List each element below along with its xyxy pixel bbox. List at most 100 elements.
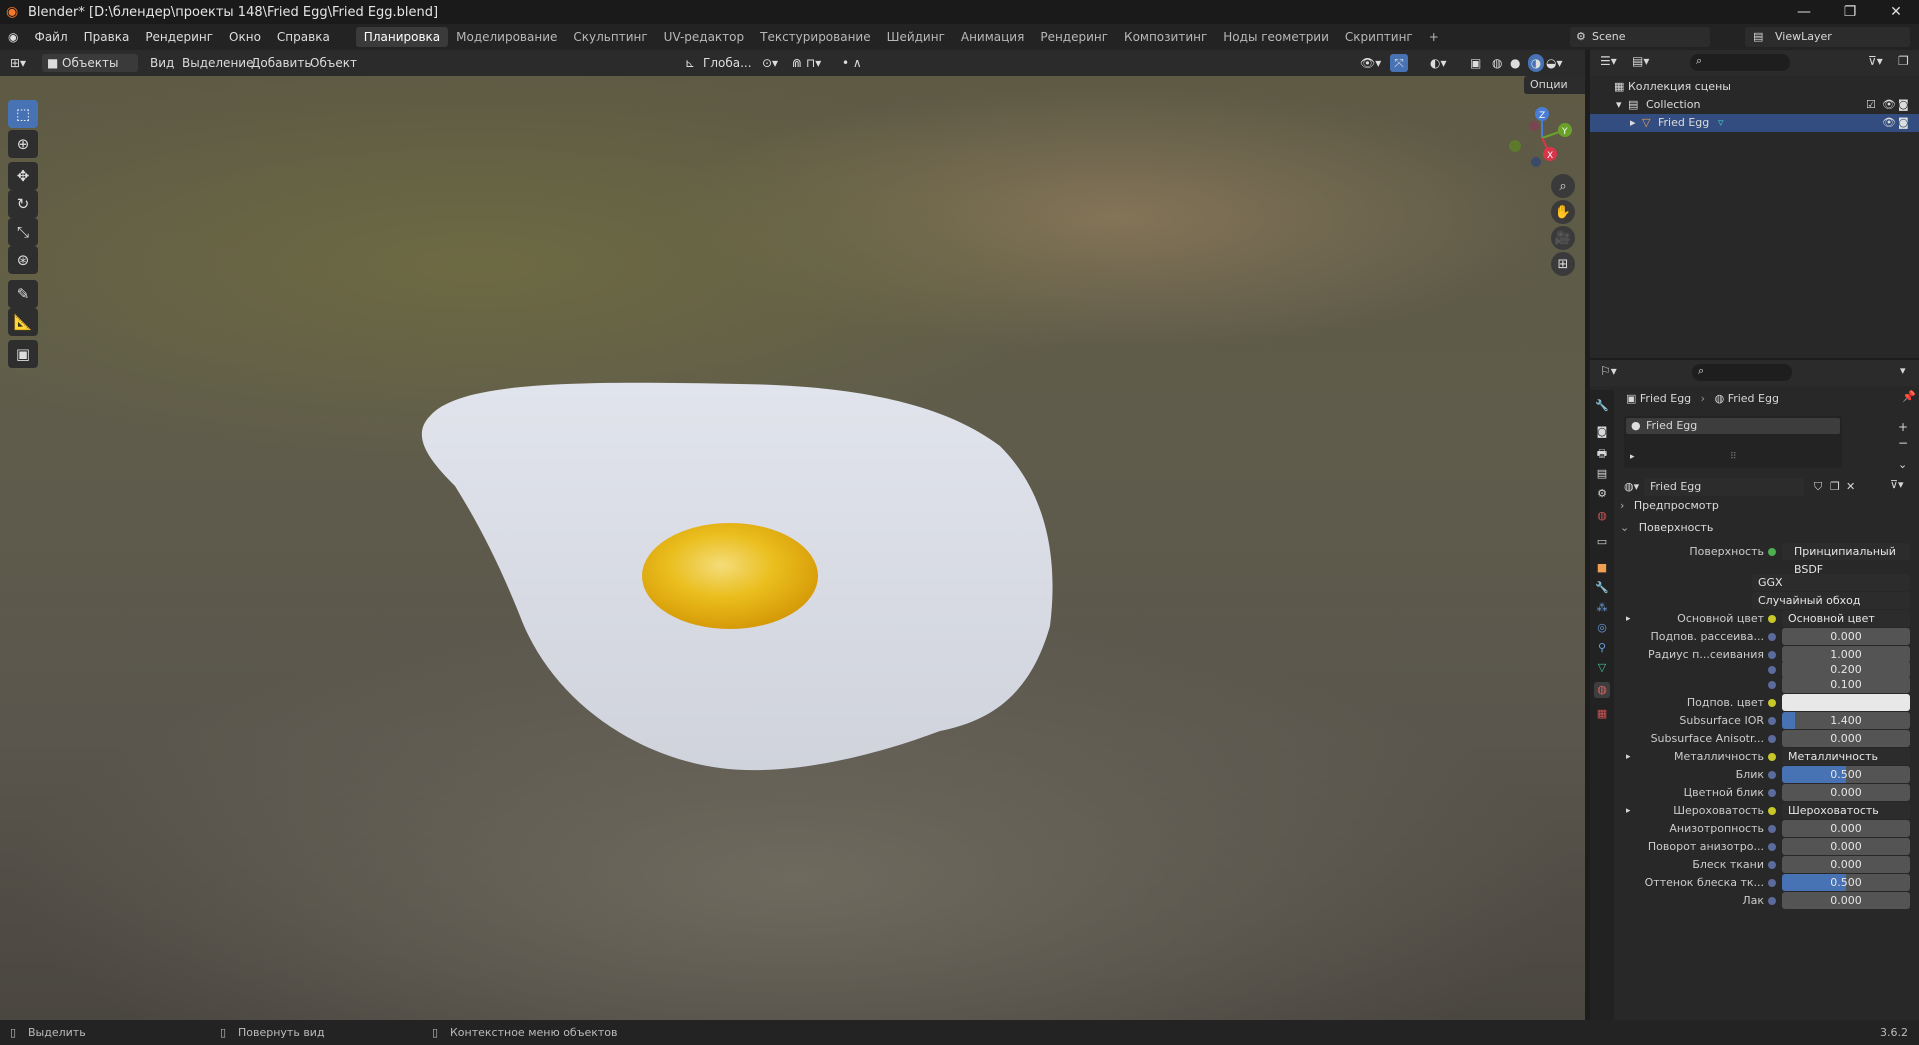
tool-tab-icon[interactable]: 🔧 xyxy=(1594,398,1610,414)
display-mode-icon[interactable]: ▤▾ xyxy=(1632,54,1649,68)
bsdf-row-value[interactable]: 1.400 xyxy=(1782,712,1910,729)
pin-icon[interactable]: 📌 xyxy=(1902,390,1916,403)
camera-render-icon[interactable]: ◙ xyxy=(1898,96,1909,114)
menu-edit[interactable]: Правка xyxy=(76,30,138,44)
unlink-icon[interactable]: ✕ xyxy=(1846,478,1855,496)
measure-tool[interactable]: 📐 xyxy=(8,308,38,336)
fake-user-shield-icon[interactable]: ⛉ xyxy=(1814,478,1822,496)
solid-shading-icon[interactable]: ● xyxy=(1510,54,1520,72)
expand-arrow-icon[interactable]: ▾ xyxy=(1616,96,1622,114)
properties-search-input[interactable]: ⌕ xyxy=(1692,364,1792,381)
rotate-tool[interactable]: ↻ xyxy=(8,190,38,218)
expand-arrow-icon[interactable]: ▸ xyxy=(1626,802,1631,820)
socket-dot-icon[interactable] xyxy=(1768,615,1776,623)
surface-panel-header[interactable]: ⌄ Поверхность xyxy=(1620,518,1910,538)
socket-dot-icon[interactable] xyxy=(1768,717,1776,725)
fried-egg-object[interactable] xyxy=(420,376,1180,816)
blender-menu-icon[interactable]: ◉ xyxy=(0,30,26,44)
outliner-row-scene-collection[interactable]: ▦ Коллекция сцены xyxy=(1590,78,1919,96)
view-layer-tab-icon[interactable]: ▤ xyxy=(1594,466,1610,482)
3d-viewport[interactable]: ⬚ ⊕ ✥ ↻ ⤡ ⊛ ✎ 📐 ▣ Опции Z Y X ⌕ ✋ 🎥 ⊞ xyxy=(0,76,1585,1020)
wireframe-shading-icon[interactable]: ◍ xyxy=(1492,54,1502,72)
tab-uv-editing[interactable]: UV-редактор xyxy=(656,27,752,47)
maximize-button[interactable]: ❐ xyxy=(1827,0,1873,24)
select-box-tool[interactable]: ⬚ xyxy=(8,100,38,128)
socket-dot-icon[interactable] xyxy=(1768,633,1776,641)
tab-scripting[interactable]: Скриптинг xyxy=(1337,27,1421,47)
particles-tab-icon[interactable]: ⁂ xyxy=(1594,600,1610,616)
tab-compositing[interactable]: Композитинг xyxy=(1116,27,1215,47)
data-tab-icon[interactable]: ▽ xyxy=(1594,660,1610,676)
pivot-icon[interactable]: ⊙▾ xyxy=(762,54,778,72)
material-slot-list[interactable]: ● Fried Egg ▸ ⠿ xyxy=(1624,416,1842,468)
expand-arrow-icon[interactable]: ▸ xyxy=(1630,452,1635,462)
socket-dot-icon[interactable] xyxy=(1768,861,1776,869)
bsdf-row-value[interactable]: 0.100 xyxy=(1782,676,1910,693)
texture-tab-icon[interactable]: ▦ xyxy=(1594,706,1610,722)
bsdf-row-value[interactable]: 0.000 xyxy=(1782,730,1910,747)
filter-icon[interactable]: ⊽▾ xyxy=(1868,54,1883,68)
material-shading-icon[interactable]: ◑ xyxy=(1528,54,1544,72)
socket-dot-icon[interactable] xyxy=(1768,879,1776,887)
menu-add[interactable]: Добавить xyxy=(251,54,311,72)
socket-dot-icon[interactable] xyxy=(1768,651,1776,659)
socket-dot-icon[interactable] xyxy=(1768,897,1776,905)
expand-arrow-icon[interactable]: ▸ xyxy=(1626,748,1631,766)
add-workspace-icon[interactable]: + xyxy=(1421,27,1447,47)
material-name-field[interactable]: Fried Egg xyxy=(1644,478,1804,496)
expand-arrow-icon[interactable]: ▸ xyxy=(1626,610,1631,628)
transform-tool[interactable]: ⊛ xyxy=(8,246,38,274)
tab-geometry-nodes[interactable]: Ноды геометрии xyxy=(1215,27,1337,47)
socket-dot-icon[interactable] xyxy=(1768,699,1776,707)
socket-dot-icon[interactable] xyxy=(1768,666,1776,674)
output-tab-icon[interactable]: 🖶 xyxy=(1594,446,1610,462)
close-button[interactable]: ✕ xyxy=(1873,0,1919,24)
socket-dot-icon[interactable] xyxy=(1768,735,1776,743)
tab-rendering[interactable]: Рендеринг xyxy=(1032,27,1116,47)
bsdf-row-value[interactable]: 0.000 xyxy=(1782,820,1910,837)
menu-select[interactable]: Выделение xyxy=(182,54,253,72)
bsdf-row-value[interactable]: 0.000 xyxy=(1782,838,1910,855)
bsdf-row-value[interactable]: Металличность xyxy=(1782,748,1910,765)
tab-layout[interactable]: Планировка xyxy=(355,27,449,47)
camera-view-icon[interactable]: 🎥 xyxy=(1551,226,1575,250)
cursor-tool[interactable]: ⊕ xyxy=(8,130,38,158)
menu-help[interactable]: Справка xyxy=(269,30,338,44)
tab-texture-paint[interactable]: Текстурирование xyxy=(752,27,878,47)
tab-animation[interactable]: Анимация xyxy=(953,27,1032,47)
eye-icon[interactable]: 👁 xyxy=(1882,96,1896,114)
xray-icon[interactable]: ▣ xyxy=(1470,54,1481,72)
modifier-tab-icon[interactable]: 🔧 xyxy=(1594,580,1610,596)
outliner-row-fried-egg[interactable]: ▸ ▽ Fried Egg ▿ 👁 ◙ xyxy=(1590,114,1919,132)
mode-selector[interactable]: ■ Объекты xyxy=(42,54,138,72)
socket-dot-icon[interactable] xyxy=(1768,753,1776,761)
scene-tab-icon[interactable]: ⚙ xyxy=(1594,486,1610,502)
transform-orientation[interactable]: ⊾ Глоба... xyxy=(685,54,752,72)
add-cube-tool[interactable]: ▣ xyxy=(8,340,38,368)
bsdf-row-value[interactable]: 0.000 xyxy=(1782,784,1910,801)
eye-icon[interactable]: 👁 xyxy=(1882,114,1896,132)
scene-selector[interactable]: ⚙ Scene xyxy=(1570,27,1710,47)
remove-slot-button[interactable]: − xyxy=(1898,436,1908,450)
minimize-button[interactable]: — xyxy=(1781,0,1827,24)
material-tab-icon[interactable]: ◍ xyxy=(1594,682,1610,698)
render-tab-icon[interactable]: ◙ xyxy=(1594,424,1610,440)
perspective-toggle-icon[interactable]: ⊞ xyxy=(1551,252,1575,276)
move-tool[interactable]: ✥ xyxy=(8,162,38,190)
menu-window[interactable]: Окно xyxy=(221,30,269,44)
bsdf-row-value[interactable]: Шероховатость xyxy=(1782,802,1910,819)
bsdf-row-value[interactable]: 0.000 xyxy=(1782,856,1910,873)
socket-dot-icon[interactable] xyxy=(1768,681,1776,689)
link-type-icon[interactable]: ⊽▾ xyxy=(1890,478,1904,491)
material-browse-icon[interactable]: ◍▾ xyxy=(1624,478,1639,496)
distribution-select[interactable]: GGX xyxy=(1752,574,1910,591)
socket-dot-icon[interactable] xyxy=(1768,789,1776,797)
add-slot-button[interactable]: + xyxy=(1898,420,1908,434)
socket-dot-icon[interactable] xyxy=(1768,825,1776,833)
socket-dot-icon[interactable] xyxy=(1768,843,1776,851)
material-datablock[interactable]: ◍▾ Fried Egg ⛉ ❐ ✕ xyxy=(1624,478,1874,496)
bsdf-row-value[interactable]: 0.000 xyxy=(1782,628,1910,645)
outliner-editor-icon[interactable]: ☰▾ xyxy=(1600,54,1617,68)
tab-modeling[interactable]: Моделирование xyxy=(448,27,565,47)
annotate-tool[interactable]: ✎ xyxy=(8,280,38,308)
